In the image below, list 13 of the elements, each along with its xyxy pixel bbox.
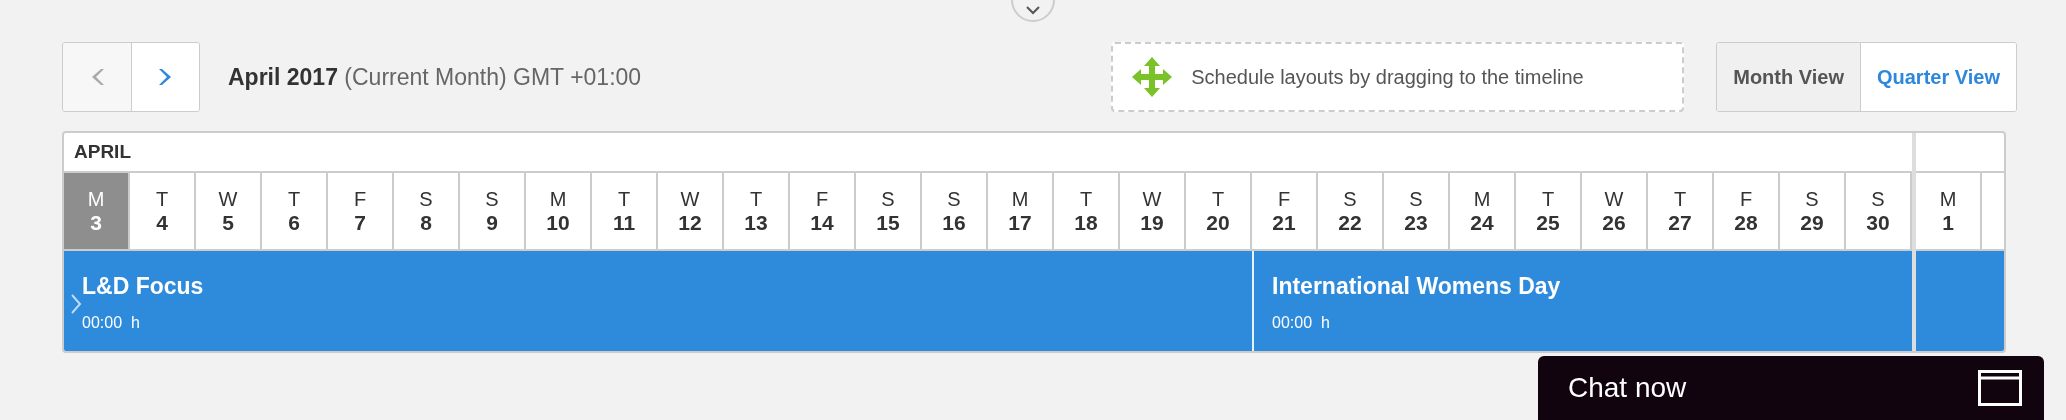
next-button[interactable]	[131, 43, 199, 111]
month-title: April 2017	[228, 63, 338, 90]
hint-text: Schedule layouts by dragging to the timeline	[1191, 65, 1584, 89]
chat-label[interactable]: Chat now	[1568, 372, 1687, 404]
event-bar[interactable]: L&D Focus 00:00 h	[64, 251, 1252, 351]
timezone-label: (Current Month) GMT +01:00	[344, 63, 642, 90]
day-header: M 3	[64, 173, 130, 249]
window-icon[interactable]	[1978, 370, 2022, 406]
collapse-chevron-icon[interactable]	[1011, 0, 1055, 22]
move-arrows-icon	[1131, 56, 1174, 98]
expand-chevron-icon[interactable]	[70, 293, 82, 315]
view-tab[interactable]: Quarter View	[1859, 43, 2016, 111]
event-bar[interactable]: International Womens Day 00:00 h	[1252, 251, 1912, 351]
